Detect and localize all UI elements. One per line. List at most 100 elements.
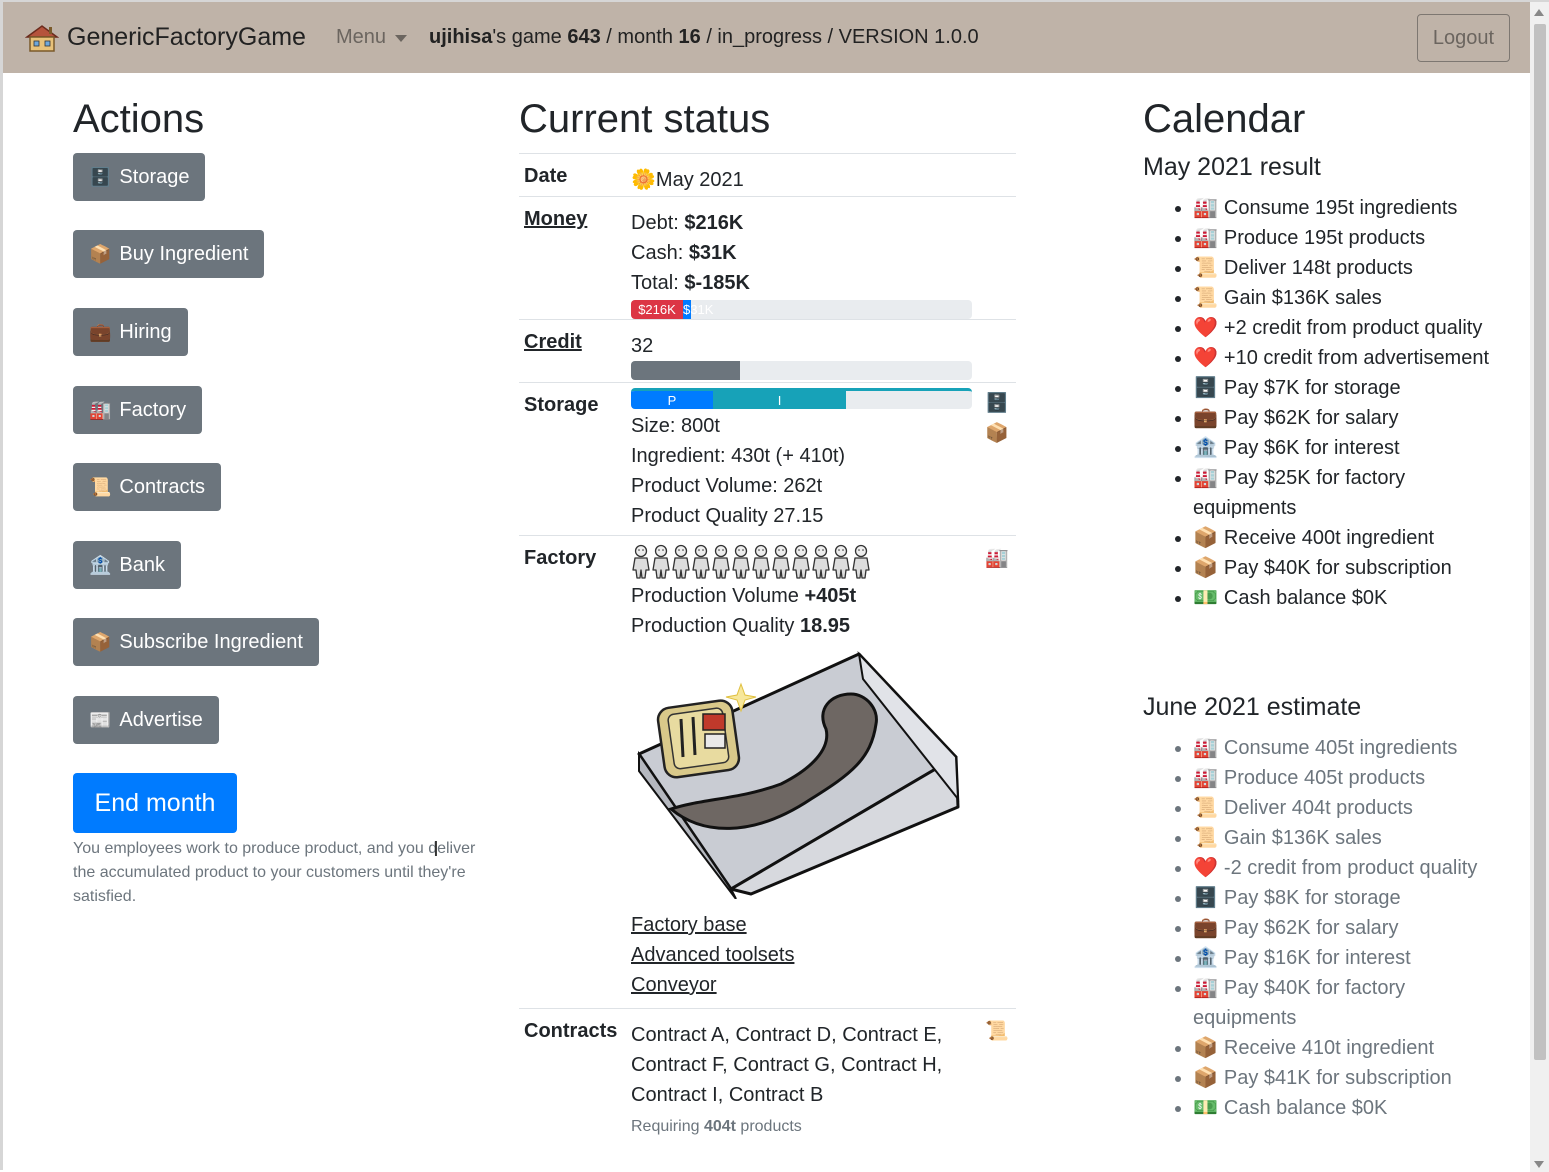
advertise-button-label: Advertise: [119, 708, 203, 731]
worker-icon: [632, 544, 650, 579]
factory-label: Factory: [524, 547, 597, 569]
contracts-button-label: Contracts: [119, 475, 206, 498]
cash-label: Cash:: [631, 242, 689, 264]
file-cabinet-icon: 🗄️: [89, 166, 112, 187]
total-value: $-185K: [684, 272, 750, 294]
month-number: 16: [678, 26, 701, 48]
storage-size: Size: 800t: [631, 415, 720, 437]
month-text: / month: [600, 26, 679, 48]
brand-name: GenericFactoryGame: [67, 23, 306, 51]
cash-bar-segment: $31K: [683, 300, 714, 319]
estimate-item-icon: 📦: [1193, 1067, 1218, 1089]
credit-values: 32: [631, 331, 972, 380]
result-item: 🗄️Pay $7K for storage: [1193, 373, 1513, 403]
calendar-title: Calendar: [1143, 97, 1306, 141]
status-title: Current status: [519, 97, 771, 141]
scroll-icon[interactable]: 📜: [985, 1019, 1009, 1043]
file-cabinet-icon[interactable]: 🗄️: [985, 391, 1009, 415]
estimate-item-text: Pay $40K for factory equipments: [1193, 977, 1406, 1029]
estimate-item: 📜Deliver 404t products: [1193, 793, 1513, 823]
estimate-item-text: Receive 410t ingredient: [1223, 1037, 1435, 1059]
conveyor-link[interactable]: Conveyor: [631, 970, 971, 1000]
factory-icon[interactable]: 🏭: [985, 546, 1009, 570]
estimate-item: 📦Receive 410t ingredient: [1193, 1033, 1513, 1063]
estimate-item-text: Cash balance $0K: [1223, 1097, 1388, 1119]
advanced-toolsets-link[interactable]: Advanced toolsets: [631, 940, 971, 970]
money-values: Debt: $216K Cash: $31K Total: $-185K $21…: [631, 208, 972, 319]
storage-product-volume: Product Volume: 262t: [631, 475, 823, 497]
hiring-button-label: Hiring: [119, 320, 172, 343]
end-month-button[interactable]: End month: [73, 773, 237, 833]
briefcase-icon: 💼: [89, 321, 112, 342]
result-item-text: Pay $40K for subscription: [1223, 557, 1452, 579]
credit-row: Credit 32: [519, 319, 1016, 382]
result-item: 🏭Pay $25K for factory equipments: [1193, 463, 1513, 523]
contracts-requirement: Requiring 404t products: [631, 1112, 961, 1142]
result-item-text: Cash balance $0K: [1223, 587, 1388, 609]
date-row: Date 🌼May 2021: [519, 153, 1016, 196]
estimate-item: 📦Pay $41K for subscription: [1193, 1063, 1513, 1093]
estimate-item: 🏭Consume 405t ingredients: [1193, 733, 1513, 763]
estimate-item: 🗄️Pay $8K for storage: [1193, 883, 1513, 913]
debt-bar-segment: $216K: [631, 300, 683, 319]
credit-link[interactable]: Credit: [524, 331, 582, 354]
estimate-item: 🏭Produce 405t products: [1193, 763, 1513, 793]
logout-button[interactable]: Logout: [1416, 14, 1510, 62]
result-item-text: +10 credit from advertisement: [1223, 347, 1490, 369]
hiring-button[interactable]: 💼 Hiring: [73, 308, 188, 356]
estimate-item-text: Consume 405t ingredients: [1223, 737, 1458, 759]
requiring-suffix: products: [735, 1118, 802, 1135]
scroll-up-arrow-icon[interactable]: [1534, 9, 1544, 16]
estimate-item: ❤️-2 credit from product quality: [1193, 853, 1513, 883]
worker-icon: [692, 544, 710, 579]
factory-button-label: Factory: [119, 398, 187, 421]
result-item-icon: 💵: [1193, 587, 1218, 609]
credit-value: 32: [631, 335, 654, 357]
estimate-item: 💼Pay $62K for salary: [1193, 913, 1513, 943]
advertise-button[interactable]: 📰 Advertise: [73, 696, 219, 744]
result-item-text: Pay $7K for storage: [1223, 377, 1401, 399]
vertical-scrollbar[interactable]: [1530, 2, 1549, 1172]
worker-icon: [672, 544, 690, 579]
result-item-icon: 🏭: [1193, 227, 1218, 249]
result-title: May 2021 result: [1143, 153, 1321, 181]
factory-values: Production Volume +405t Production Quali…: [631, 543, 971, 1000]
result-item-icon: 🗄️: [1193, 377, 1218, 399]
date-label: Date: [524, 165, 568, 187]
result-item-text: +2 credit from product quality: [1223, 317, 1483, 339]
brand[interactable]: GenericFactoryGame: [25, 23, 306, 53]
estimate-item-text: Pay $8K for storage: [1223, 887, 1401, 909]
storage-ingredient: Ingredient: 430t (+ 410t): [631, 445, 846, 467]
storage-button[interactable]: 🗄️ Storage: [73, 153, 206, 201]
scroll-down-arrow-icon[interactable]: [1534, 1161, 1544, 1168]
scrollbar-thumb[interactable]: [1534, 24, 1546, 1060]
result-item: ❤️+10 credit from advertisement: [1193, 343, 1513, 373]
money-link[interactable]: Money: [524, 208, 587, 231]
production-volume-line: Production Volume +405t: [631, 581, 971, 611]
factory-house-logo-icon: [25, 24, 59, 52]
package-icon[interactable]: 📦: [985, 421, 1009, 445]
result-item-text: Pay $25K for factory equipments: [1193, 467, 1406, 519]
date-text: May 2021: [655, 169, 744, 191]
estimate-item-text: -2 credit from product quality: [1223, 857, 1478, 879]
money-row: Money Debt: $216K Cash: $31K Total: $-18…: [519, 196, 1016, 319]
buy-ingredient-button[interactable]: 📦 Buy Ingredient: [73, 230, 265, 278]
result-item-icon: ❤️: [1193, 347, 1218, 369]
subscribe-ingredient-button[interactable]: 📦 Subscribe Ingredient: [73, 618, 319, 666]
result-item: 💵Cash balance $0K: [1193, 583, 1513, 613]
result-item: 📜Gain $136K sales: [1193, 283, 1513, 313]
credit-bar-fill: [631, 361, 740, 380]
estimate-item-icon: 🏭: [1193, 767, 1218, 789]
estimate-item: 🏦Pay $16K for interest: [1193, 943, 1513, 973]
contracts-button[interactable]: 📜 Contracts: [73, 463, 222, 511]
bank-icon: 🏦: [89, 554, 112, 575]
factory-base-link[interactable]: Factory base: [631, 910, 971, 940]
bank-button[interactable]: 🏦 Bank: [73, 541, 182, 589]
factory-button[interactable]: 🏭 Factory: [73, 386, 203, 434]
estimate-item-icon: 💼: [1193, 917, 1218, 939]
worker-icon: [792, 544, 810, 579]
storage-progress-bar: P I: [631, 388, 972, 409]
menu-dropdown[interactable]: Menu: [336, 26, 407, 49]
debt-line: Debt: $216K: [631, 208, 971, 238]
estimate-item-icon: 🏭: [1193, 977, 1218, 999]
